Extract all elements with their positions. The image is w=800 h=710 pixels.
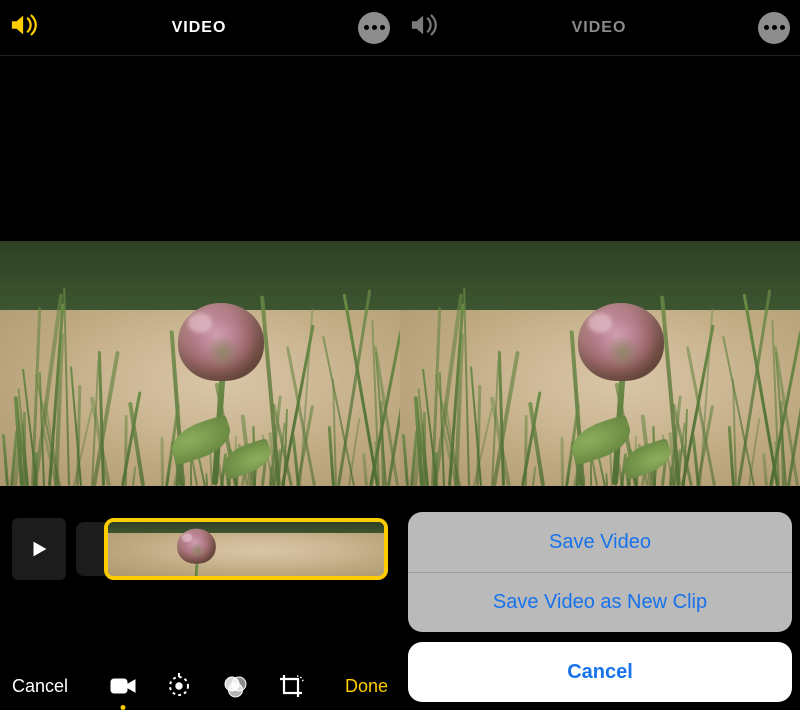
play-button[interactable] bbox=[12, 518, 66, 580]
video-area bbox=[0, 56, 400, 486]
title-label: VIDEO bbox=[40, 19, 358, 37]
pane-editing: VIDEO bbox=[0, 0, 400, 710]
edit-toolbar: Cancel Done bbox=[0, 672, 400, 700]
active-indicator-dot bbox=[120, 705, 125, 710]
more-button[interactable] bbox=[758, 12, 790, 44]
crop-button[interactable] bbox=[277, 672, 305, 700]
video-preview[interactable] bbox=[0, 241, 400, 486]
topbar-right: VIDEO bbox=[400, 0, 800, 56]
sheet-cancel-button[interactable]: Cancel bbox=[408, 642, 792, 702]
sheet-bottom: Save Video Save Video as New Clip Cancel bbox=[400, 486, 800, 710]
save-video-button[interactable]: Save Video bbox=[408, 512, 792, 572]
more-button[interactable] bbox=[358, 12, 390, 44]
done-button[interactable]: Done bbox=[345, 676, 388, 697]
pane-actionsheet: VIDEO bbox=[400, 0, 800, 710]
action-sheet: Save Video Save Video as New Clip Cancel bbox=[408, 512, 792, 702]
sound-icon[interactable] bbox=[10, 13, 40, 42]
filters-button[interactable] bbox=[221, 672, 249, 700]
title-label: VIDEO bbox=[440, 19, 758, 37]
action-sheet-group: Save Video Save Video as New Clip bbox=[408, 512, 792, 632]
video-area bbox=[400, 56, 800, 486]
trim-selection[interactable]: ❨ ❩ bbox=[104, 518, 388, 580]
editor-bottom: ❨ ❩ Cancel bbox=[0, 486, 400, 710]
video-preview bbox=[400, 241, 800, 486]
topbar-left: VIDEO bbox=[0, 0, 400, 56]
scrubber-thumbnails bbox=[124, 522, 368, 576]
trim-scrubber[interactable]: ❨ ❩ bbox=[76, 518, 388, 580]
adjust-button[interactable] bbox=[165, 672, 193, 700]
ellipsis-icon bbox=[764, 25, 785, 30]
comparison-wrapper: VIDEO bbox=[0, 0, 800, 710]
video-mode-button[interactable] bbox=[109, 672, 137, 700]
timeline-row: ❨ ❩ bbox=[0, 486, 400, 590]
cancel-button[interactable]: Cancel bbox=[12, 676, 68, 697]
save-as-new-clip-button[interactable]: Save Video as New Clip bbox=[408, 572, 792, 632]
toolbar-icons bbox=[109, 672, 305, 700]
ellipsis-icon bbox=[364, 25, 385, 30]
sound-icon bbox=[410, 13, 440, 42]
